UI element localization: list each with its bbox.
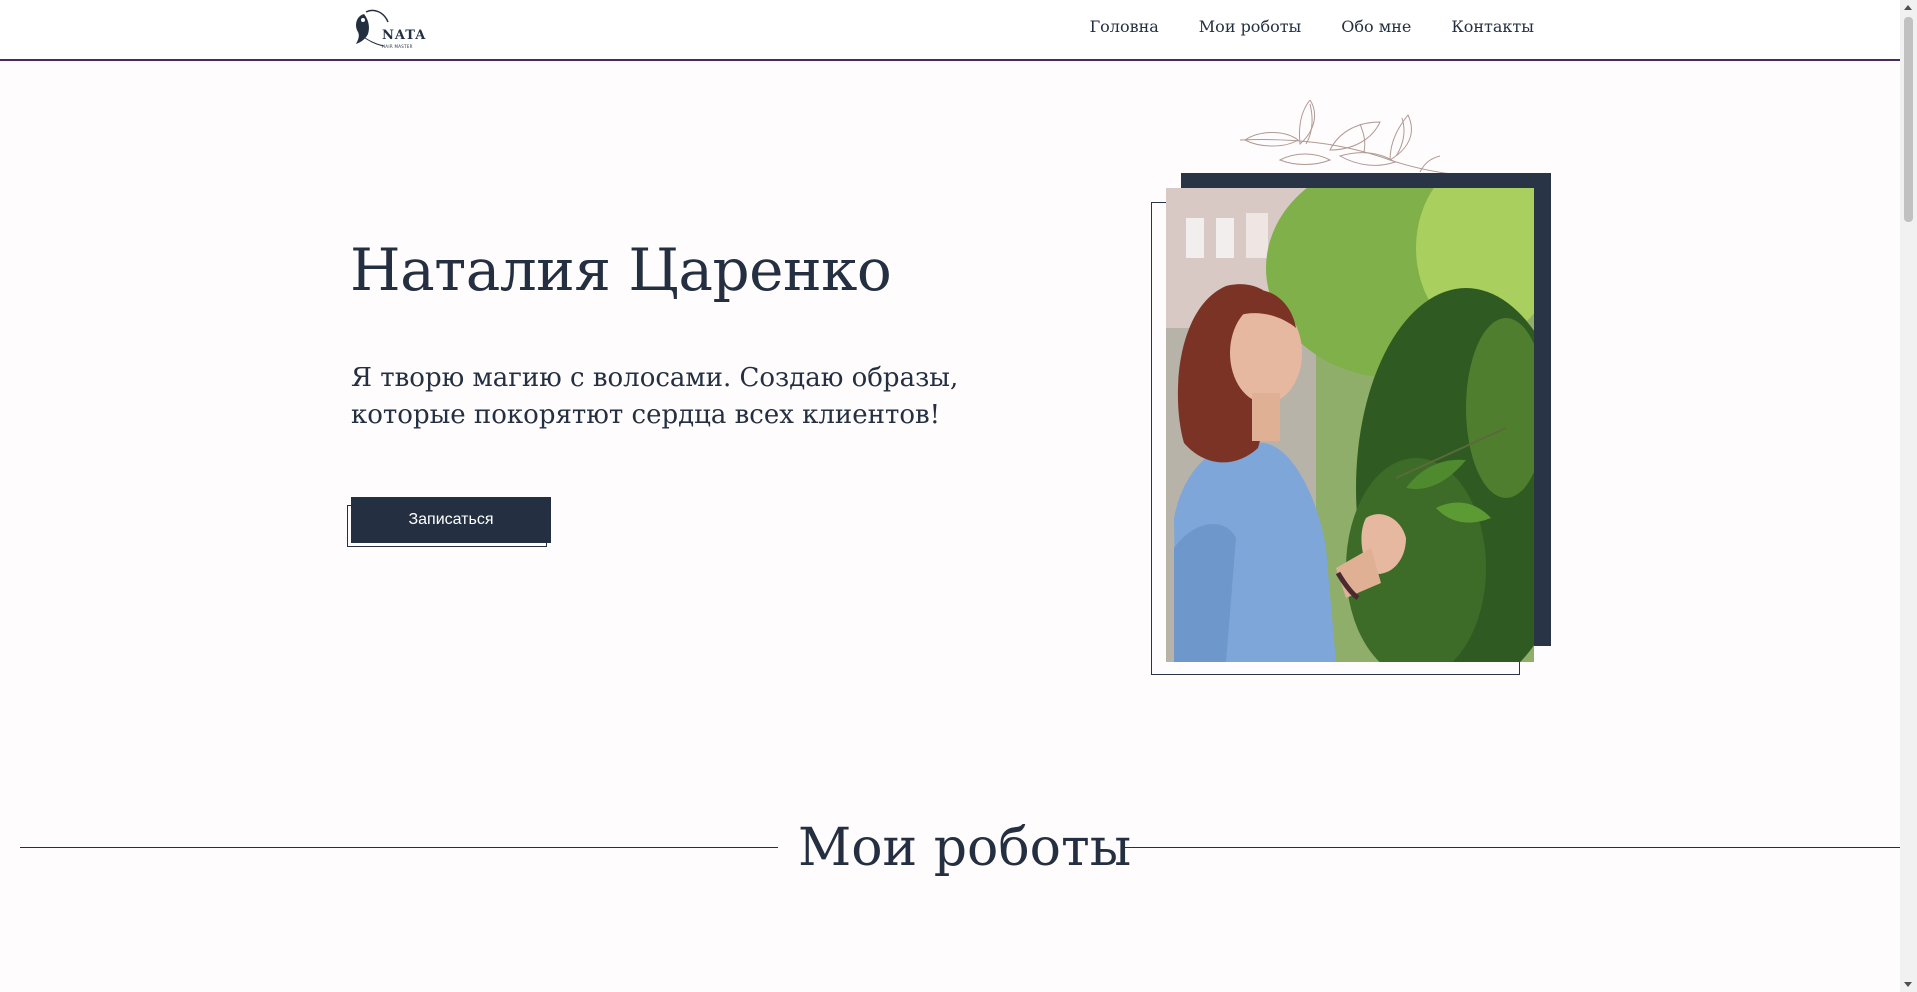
portrait-photo: [1166, 188, 1534, 662]
divider-right: [1124, 847, 1900, 848]
nav-about[interactable]: Обо мне: [1341, 17, 1411, 36]
section-title-my-works: Мои роботы: [798, 818, 1132, 878]
page-scrollbar[interactable]: [1900, 0, 1917, 992]
nav-home[interactable]: Головна: [1090, 17, 1159, 36]
site-logo[interactable]: NATA HAIR MASTER: [350, 6, 425, 52]
leaf-branch-icon: [1240, 100, 1470, 177]
main-nav: Головна Мои роботы Обо мне Контакты: [1090, 17, 1534, 36]
scroll-up-arrow-icon[interactable]: [1904, 5, 1912, 10]
nav-my-works[interactable]: Мои роботы: [1199, 17, 1302, 36]
cta-group: Записаться: [347, 497, 551, 551]
hero-subtitle: Я творю магию с волосами. Создаю образы,…: [351, 363, 959, 430]
scrollbar-thumb[interactable]: [1904, 17, 1913, 222]
logo-subtext: HAIR MASTER: [382, 44, 413, 49]
book-appointment-button[interactable]: Записаться: [351, 497, 551, 543]
nav-contacts[interactable]: Контакты: [1451, 17, 1534, 36]
logo-text: NATA: [382, 28, 427, 43]
section-title-row: Мои роботы: [20, 810, 1900, 890]
site-header: NATA HAIR MASTER Головна Мои роботы Обо …: [0, 0, 1900, 61]
scroll-down-arrow-icon[interactable]: [1904, 982, 1912, 987]
hero-title: Наталия Царенко: [350, 236, 892, 304]
divider-left: [20, 847, 778, 848]
